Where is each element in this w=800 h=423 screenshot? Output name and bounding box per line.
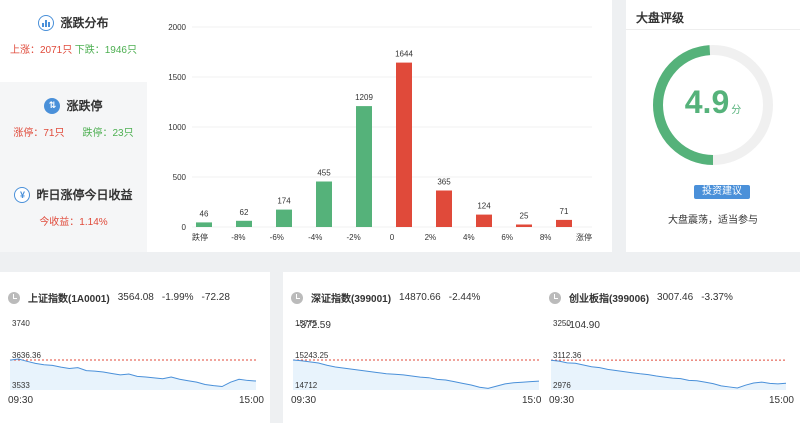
y-tick-label: 1000 [168,123,186,132]
intraday-chart: 3740 3636.36 3533 09:30 15:00 [8,319,264,406]
limit-up-count: 涨停：71只 [13,128,65,139]
bar[interactable] [556,219,572,227]
distribution-chart: 0 500 1000 1500 2000 跌停 -8% -6% -4% -2% 0 2% 4% 6% 8% 涨… [168,23,592,242]
y-low-label: 2976 [553,381,571,390]
advice-text: 大盘震荡，适当参与 [668,215,758,226]
score-display: 4.9 分 [626,84,800,121]
bar-value-label: 46 [200,209,209,218]
y-high-label: 3250 [553,319,571,328]
divider [626,29,800,30]
x-tick-label: 0 [390,233,395,242]
nav-title: 昨日涨停今日收益 [36,188,133,202]
nav-item-limit-up-down[interactable]: ⇅ 涨跌停 涨停：71只 跌停：23只 [0,97,147,157]
price-area [10,358,256,390]
time-start-label: 09:30 [291,395,316,406]
intraday-chart: 1577515243.251471209:30 15:00 [291,319,547,406]
rating-title: 大盘评级 [636,11,685,25]
prev-close-label: 3636.36 [12,351,41,360]
limit-updown-icon: ⇅ [44,97,61,114]
index-card-shenzhen[interactable]: 深证指数(399001) 14870.66 -2.44% -372.59 15775 15… [283,272,553,423]
score-value: 4.9 [684,84,730,120]
nav-title: 涨跌停 [66,99,103,113]
yen-icon: ¥ [14,186,31,203]
limit-down-count: 跌停：23只 [82,128,134,139]
bar[interactable] [196,222,212,227]
index-card-shanghai[interactable]: 上证指数(1A0001) 3564.08 -1.99% -72.28 3740 3636.… [0,272,270,423]
nav-title: 涨跌分布 [60,16,109,30]
bar[interactable] [276,209,292,227]
rise-count: 上涨：2071只 [10,45,73,56]
bar-value-label: 365 [437,178,451,187]
price-area [293,360,539,390]
x-tick-label: 跌停 [192,232,208,242]
nav-item-yesterday-limit-up-return[interactable]: ¥ 昨日涨停今日收益 今收益：1.14% [0,186,147,246]
time-end-label: 15:00 [769,395,794,406]
bar[interactable] [316,181,332,228]
y-tick-label: 500 [173,173,187,182]
prev-close-label: 3112.36 [553,351,582,360]
price-area [551,360,786,390]
y-high-label: 3740 [12,319,30,328]
x-tick-label: -4% [308,233,322,242]
x-tick-label: -6% [270,233,284,242]
y-tick-label: 1500 [168,73,186,82]
bar-value-label: 71 [560,207,569,216]
today-return: 今收益：1.14% [39,217,108,228]
y-low-label: 3533 [12,381,30,390]
bar-value-label: 455 [317,169,331,178]
bar-value-label: 62 [240,208,249,217]
investment-advice-button[interactable]: 投资建议 [694,185,750,199]
bar[interactable] [396,62,412,227]
bar-value-label: 124 [477,202,491,211]
x-tick-label: 6% [501,233,513,242]
bar-value-label: 1644 [395,50,413,59]
distribution-chart-panel: 0 500 1000 1500 2000 跌停 -8% -6% -4% -2% 0 2% 4% 6% 8% 涨… [147,0,612,252]
bar-value-label: 25 [520,212,529,221]
bar[interactable] [236,220,252,227]
x-tick-label: -2% [346,233,360,242]
prev-close-label: 15243.25 [295,351,329,360]
intraday-chart: 3250 3112.36 2976 09:30 15:00 [549,319,794,406]
bar[interactable] [476,214,492,227]
left-nav: 涨跌分布 上涨：2071只 下跌：1946只 ⇅ 涨跌停 涨停：71只 跌停：2… [0,0,147,252]
y-tick-label: 0 [182,223,187,232]
time-end-label: 15:00 [239,395,264,406]
bar[interactable] [356,106,372,227]
x-tick-label: -8% [231,233,245,242]
time-start-label: 09:30 [549,395,574,406]
index-card-chinext[interactable]: 创业板指(399006) 3007.46 -3.37% -104.90 3250 3112… [541,272,800,423]
bar-value-label: 174 [277,197,291,206]
bar[interactable] [436,190,452,228]
time-start-label: 09:30 [8,395,33,406]
bar-chart-icon [38,14,55,31]
x-tick-label: 涨停 [576,232,592,242]
y-tick-label: 2000 [168,23,186,32]
score-gauge: 4.9 分 [626,42,800,172]
x-tick-label: 4% [463,233,475,242]
y-low-label: 14712 [295,381,318,390]
x-tick-label: 8% [540,233,552,242]
score-unit: 分 [731,105,742,116]
nav-item-rise-fall-distribution[interactable]: 涨跌分布 上涨：2071只 下跌：1946只 [0,0,147,82]
x-tick-label: 2% [425,233,437,242]
bar[interactable] [516,224,532,228]
fall-count: 下跌：1946只 [74,45,137,56]
bar-value-label: 1209 [355,93,373,102]
y-high-label: 15775 [295,319,318,328]
